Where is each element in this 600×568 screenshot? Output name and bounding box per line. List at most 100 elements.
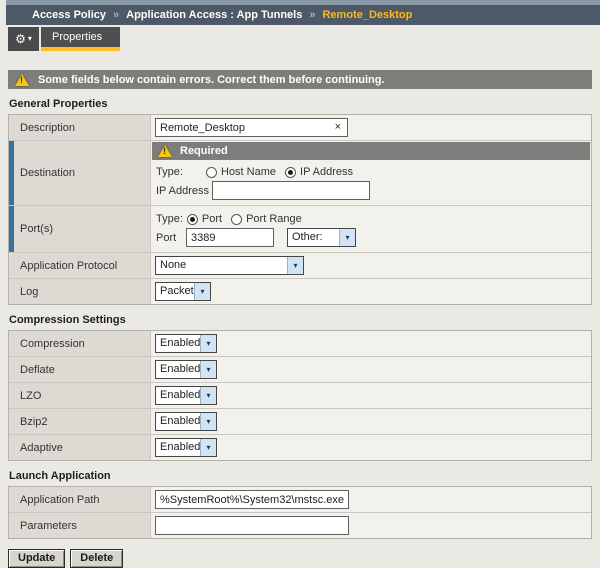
parameters-input[interactable] [156, 518, 348, 533]
breadcrumb-access-policy[interactable]: Access Policy [32, 9, 106, 21]
adaptive-selected-value: Enabled [156, 439, 200, 456]
parameters-label: Parameters [9, 513, 151, 538]
destination-type-row: Type: Host Name IP Address [156, 166, 590, 178]
chevron-down-icon: ▾ [200, 335, 216, 352]
application-path-content [151, 487, 591, 512]
table-row: Destination Required Type: Host Name IP … [9, 141, 591, 206]
launch-application-table: Application Path Parameters [8, 486, 592, 539]
host-name-radio-label[interactable]: Host Name [221, 166, 276, 178]
parameters-input-wrap [155, 516, 349, 535]
chevron-down-icon: ▾ [28, 35, 32, 43]
application-protocol-select[interactable]: None ▾ [155, 256, 304, 275]
deflate-content: Enabled ▾ [151, 357, 591, 382]
deflate-label: Deflate [9, 357, 151, 382]
log-select[interactable]: Packet ▾ [155, 282, 211, 301]
table-row: Adaptive Enabled ▾ [9, 435, 591, 460]
log-content: Packet ▾ [151, 279, 591, 304]
lzo-content: Enabled ▾ [151, 383, 591, 408]
table-row: Port(s) Type: Port Port Range Port Other… [9, 206, 591, 253]
general-properties-table: Description × Destination Required Type:… [8, 114, 592, 305]
action-button-bar: Update Delete [8, 549, 600, 568]
table-row: Application Path [9, 487, 591, 513]
error-banner-text: Some fields below contain errors. Correc… [38, 74, 385, 86]
compression-settings-table: Compression Enabled ▾ Deflate Enabled ▾ … [8, 330, 592, 461]
table-row: Application Protocol None ▾ [9, 253, 591, 279]
ip-address-field-label: IP Address [156, 185, 209, 197]
tab-bar: ⚙ ▾ Properties [6, 25, 600, 51]
port-type-row: Type: Port Port Range [156, 213, 590, 225]
ports-content: Type: Port Port Range Port Other: ▾ [151, 206, 591, 252]
gear-icon: ⚙ [15, 33, 26, 45]
section-title-general-properties: General Properties [9, 98, 600, 110]
required-banner: Required [152, 142, 590, 160]
port-preset-selected-value: Other: [288, 229, 339, 246]
port-input[interactable] [187, 230, 273, 245]
breadcrumb: Access Policy » Application Access : App… [6, 5, 600, 25]
ip-address-radio[interactable] [285, 167, 296, 178]
log-label: Log [9, 279, 151, 304]
update-button[interactable]: Update [8, 549, 65, 568]
port-preset-select[interactable]: Other: ▾ [287, 228, 356, 247]
required-banner-text: Required [180, 145, 228, 157]
deflate-select[interactable]: Enabled ▾ [155, 360, 217, 379]
ports-label: Port(s) [9, 206, 151, 252]
breadcrumb-separator: » [113, 9, 119, 21]
lzo-select[interactable]: Enabled ▾ [155, 386, 217, 405]
host-name-radio[interactable] [206, 167, 217, 178]
port-type-label: Type: [156, 213, 183, 225]
port-radio-label[interactable]: Port [202, 213, 222, 225]
ip-address-input[interactable] [213, 183, 369, 198]
destination-ip-row: IP Address [156, 181, 590, 200]
parameters-content [151, 513, 591, 538]
compression-selected-value: Enabled [156, 335, 200, 352]
breadcrumb-current-page: Remote_Desktop [322, 9, 412, 21]
application-protocol-label: Application Protocol [9, 253, 151, 278]
warning-icon [158, 145, 172, 157]
description-content: × [151, 115, 591, 140]
description-input[interactable] [156, 120, 329, 135]
adaptive-content: Enabled ▾ [151, 435, 591, 460]
header: Access Policy » Application Access : App… [6, 0, 600, 25]
application-path-input-wrap [155, 490, 349, 509]
delete-button[interactable]: Delete [70, 549, 123, 568]
compression-select[interactable]: Enabled ▾ [155, 334, 217, 353]
application-path-label: Application Path [9, 487, 151, 512]
port-radio[interactable] [187, 214, 198, 225]
bzip2-label: Bzip2 [9, 409, 151, 434]
destination-label: Destination [9, 141, 151, 205]
application-protocol-content: None ▾ [151, 253, 591, 278]
port-field-label: Port [156, 232, 186, 244]
breadcrumb-app-tunnels[interactable]: Application Access : App Tunnels [126, 9, 302, 21]
ip-address-radio-label[interactable]: IP Address [300, 166, 353, 178]
chevron-down-icon: ▾ [200, 413, 216, 430]
table-row: Bzip2 Enabled ▾ [9, 409, 591, 435]
chevron-down-icon: ▾ [194, 283, 210, 300]
table-row: Deflate Enabled ▾ [9, 357, 591, 383]
lzo-label: LZO [9, 383, 151, 408]
bzip2-content: Enabled ▾ [151, 409, 591, 434]
deflate-selected-value: Enabled [156, 361, 200, 378]
chevron-down-icon: ▾ [200, 361, 216, 378]
application-path-input[interactable] [156, 492, 348, 507]
gear-menu-button[interactable]: ⚙ ▾ [8, 27, 39, 51]
port-range-radio-label[interactable]: Port Range [246, 213, 302, 225]
tab-properties[interactable]: Properties [41, 27, 120, 51]
bzip2-select[interactable]: Enabled ▾ [155, 412, 217, 431]
port-range-radio[interactable] [231, 214, 242, 225]
table-row: Compression Enabled ▾ [9, 331, 591, 357]
port-input-wrap [186, 228, 274, 247]
error-banner: Some fields below contain errors. Correc… [8, 70, 592, 89]
table-row: LZO Enabled ▾ [9, 383, 591, 409]
breadcrumb-separator: » [309, 9, 315, 21]
section-title-compression-settings: Compression Settings [9, 314, 600, 326]
destination-type-label: Type: [156, 166, 206, 178]
table-row: Log Packet ▾ [9, 279, 591, 304]
port-value-row: Port Other: ▾ [156, 228, 590, 247]
description-input-wrap: × [155, 118, 348, 137]
description-label: Description [9, 115, 151, 140]
adaptive-select[interactable]: Enabled ▾ [155, 438, 217, 457]
table-row: Description × [9, 115, 591, 141]
clear-icon[interactable]: × [329, 122, 347, 133]
compression-label: Compression [9, 331, 151, 356]
destination-content: Required Type: Host Name IP Address IP A… [151, 141, 591, 205]
